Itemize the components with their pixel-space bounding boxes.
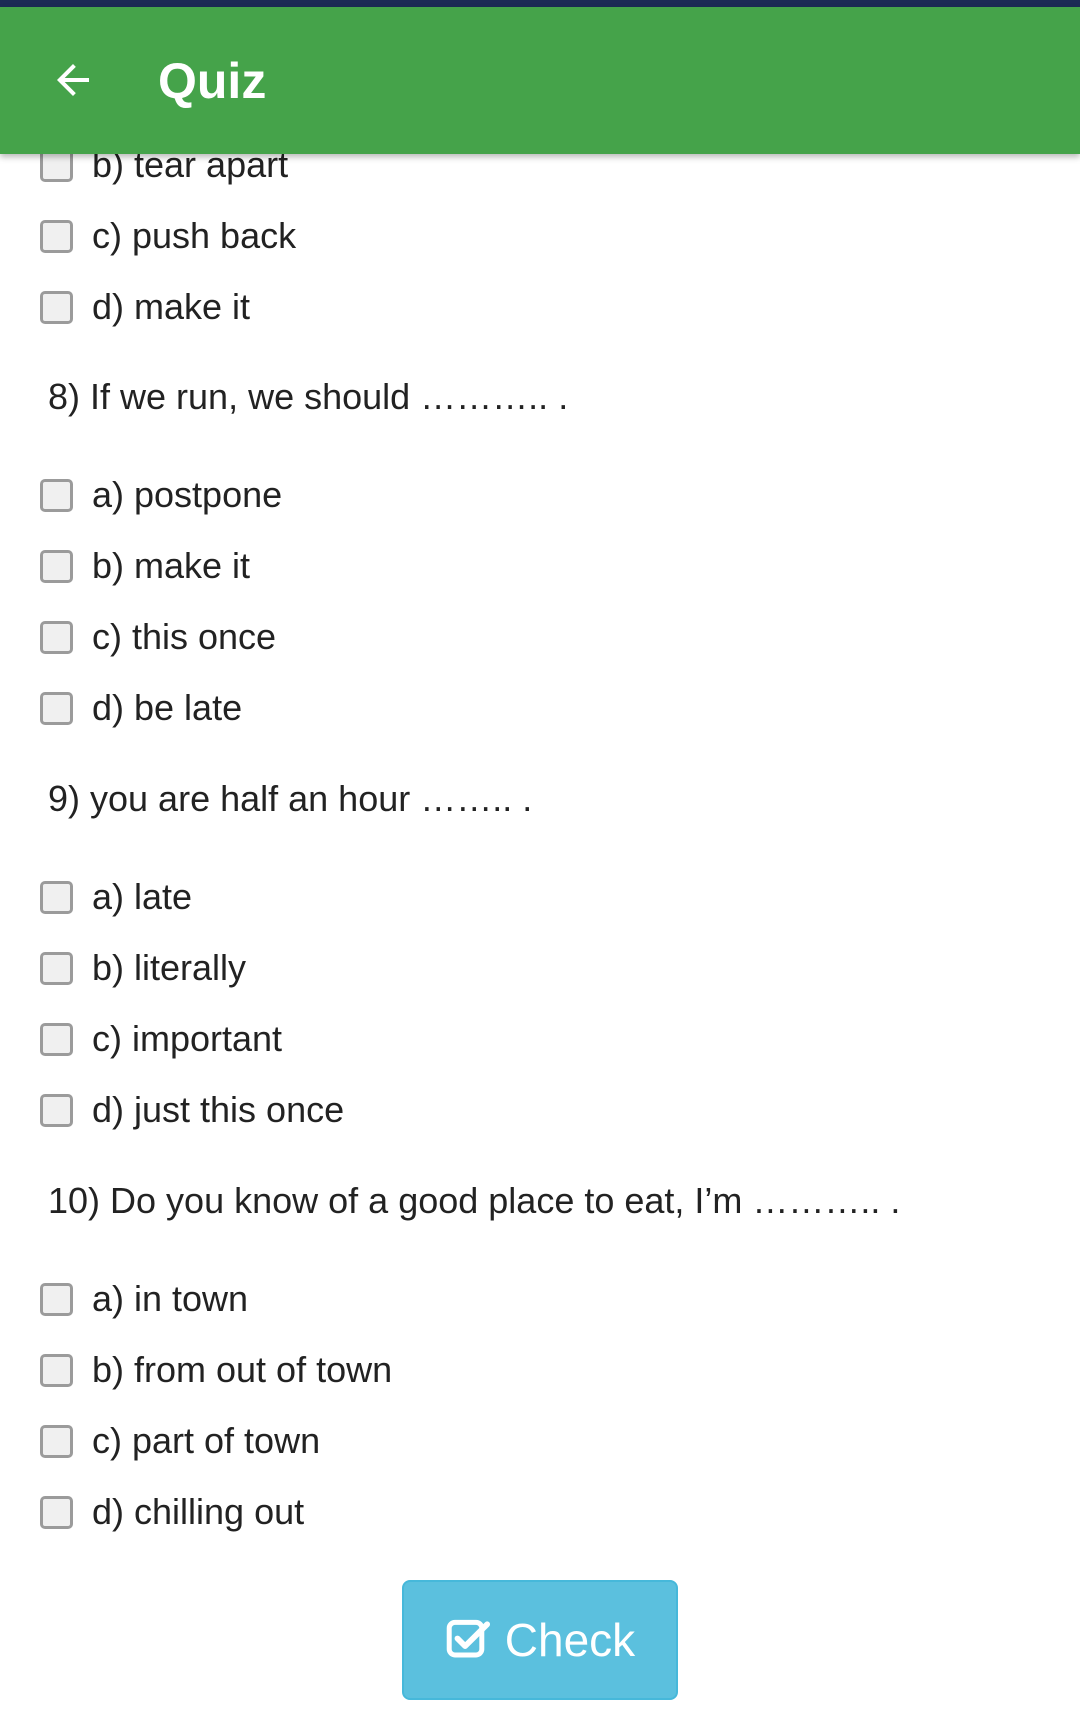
- option-label: b) from out of town: [92, 1349, 393, 1390]
- option-label: a) in town: [92, 1278, 249, 1319]
- checkbox[interactable]: [40, 290, 73, 324]
- question-8: 8) If we run, we should ……….. .: [48, 376, 569, 417]
- option-label: a) late: [92, 876, 193, 917]
- checkbox[interactable]: [40, 880, 73, 914]
- checkbox[interactable]: [40, 620, 73, 654]
- checkbox[interactable]: [40, 1353, 73, 1387]
- option-q10-d[interactable]: d) chilling out: [0, 1477, 900, 1547]
- option-q8-d[interactable]: d) be late: [0, 673, 900, 743]
- option-q10-b[interactable]: b) from out of town: [0, 1335, 900, 1405]
- option-q7-d[interactable]: d) make it: [0, 272, 900, 342]
- checkbox[interactable]: [40, 951, 73, 985]
- checkbox[interactable]: [40, 691, 73, 725]
- checkbox[interactable]: [40, 1424, 73, 1458]
- option-label: c) push back: [92, 215, 297, 256]
- option-q8-b[interactable]: b) make it: [0, 531, 900, 601]
- checkbox[interactable]: [40, 1282, 73, 1316]
- option-q9-b[interactable]: b) literally: [0, 933, 900, 1003]
- app-bar: Quiz: [0, 7, 1080, 154]
- option-q9-d[interactable]: d) just this once: [0, 1075, 900, 1145]
- check-button-label: Check: [504, 1614, 636, 1666]
- option-label: b) literally: [92, 947, 247, 988]
- question-9: 9) you are half an hour …….. .: [48, 778, 533, 819]
- arrow-back-icon: [57, 64, 89, 96]
- option-q10-a[interactable]: a) in town: [0, 1264, 900, 1334]
- option-label: d) be late: [92, 687, 243, 728]
- option-q9-a[interactable]: a) late: [0, 862, 900, 932]
- check-square-icon: [446, 1619, 490, 1658]
- option-q9-c[interactable]: c) important: [0, 1004, 900, 1074]
- back-button[interactable]: [36, 43, 110, 117]
- option-label: d) just this once: [92, 1089, 345, 1130]
- checkbox[interactable]: [40, 1495, 73, 1529]
- option-q8-c[interactable]: c) this once: [0, 602, 900, 672]
- option-q7-c[interactable]: c) push back: [0, 201, 900, 271]
- question-10: 10) Do you know of a good place to eat, …: [48, 1180, 901, 1221]
- checkbox[interactable]: [40, 1022, 73, 1056]
- option-q10-c[interactable]: c) part of town: [0, 1406, 900, 1476]
- option-label: b) make it: [92, 545, 251, 586]
- option-label: c) this once: [92, 616, 277, 657]
- option-label: c) important: [92, 1018, 283, 1059]
- option-label: a) postpone: [92, 474, 283, 515]
- checkbox[interactable]: [40, 219, 73, 253]
- check-button[interactable]: Check: [402, 1580, 678, 1700]
- checkbox[interactable]: [40, 549, 73, 583]
- checkbox[interactable]: [40, 1093, 73, 1127]
- option-q8-a[interactable]: a) postpone: [0, 460, 900, 530]
- option-label: d) chilling out: [92, 1491, 305, 1532]
- status-strip: [0, 0, 1080, 7]
- option-label: c) part of town: [92, 1420, 321, 1461]
- checkbox[interactable]: [40, 478, 73, 512]
- page-title: Quiz: [158, 53, 267, 109]
- option-label: d) make it: [92, 286, 251, 327]
